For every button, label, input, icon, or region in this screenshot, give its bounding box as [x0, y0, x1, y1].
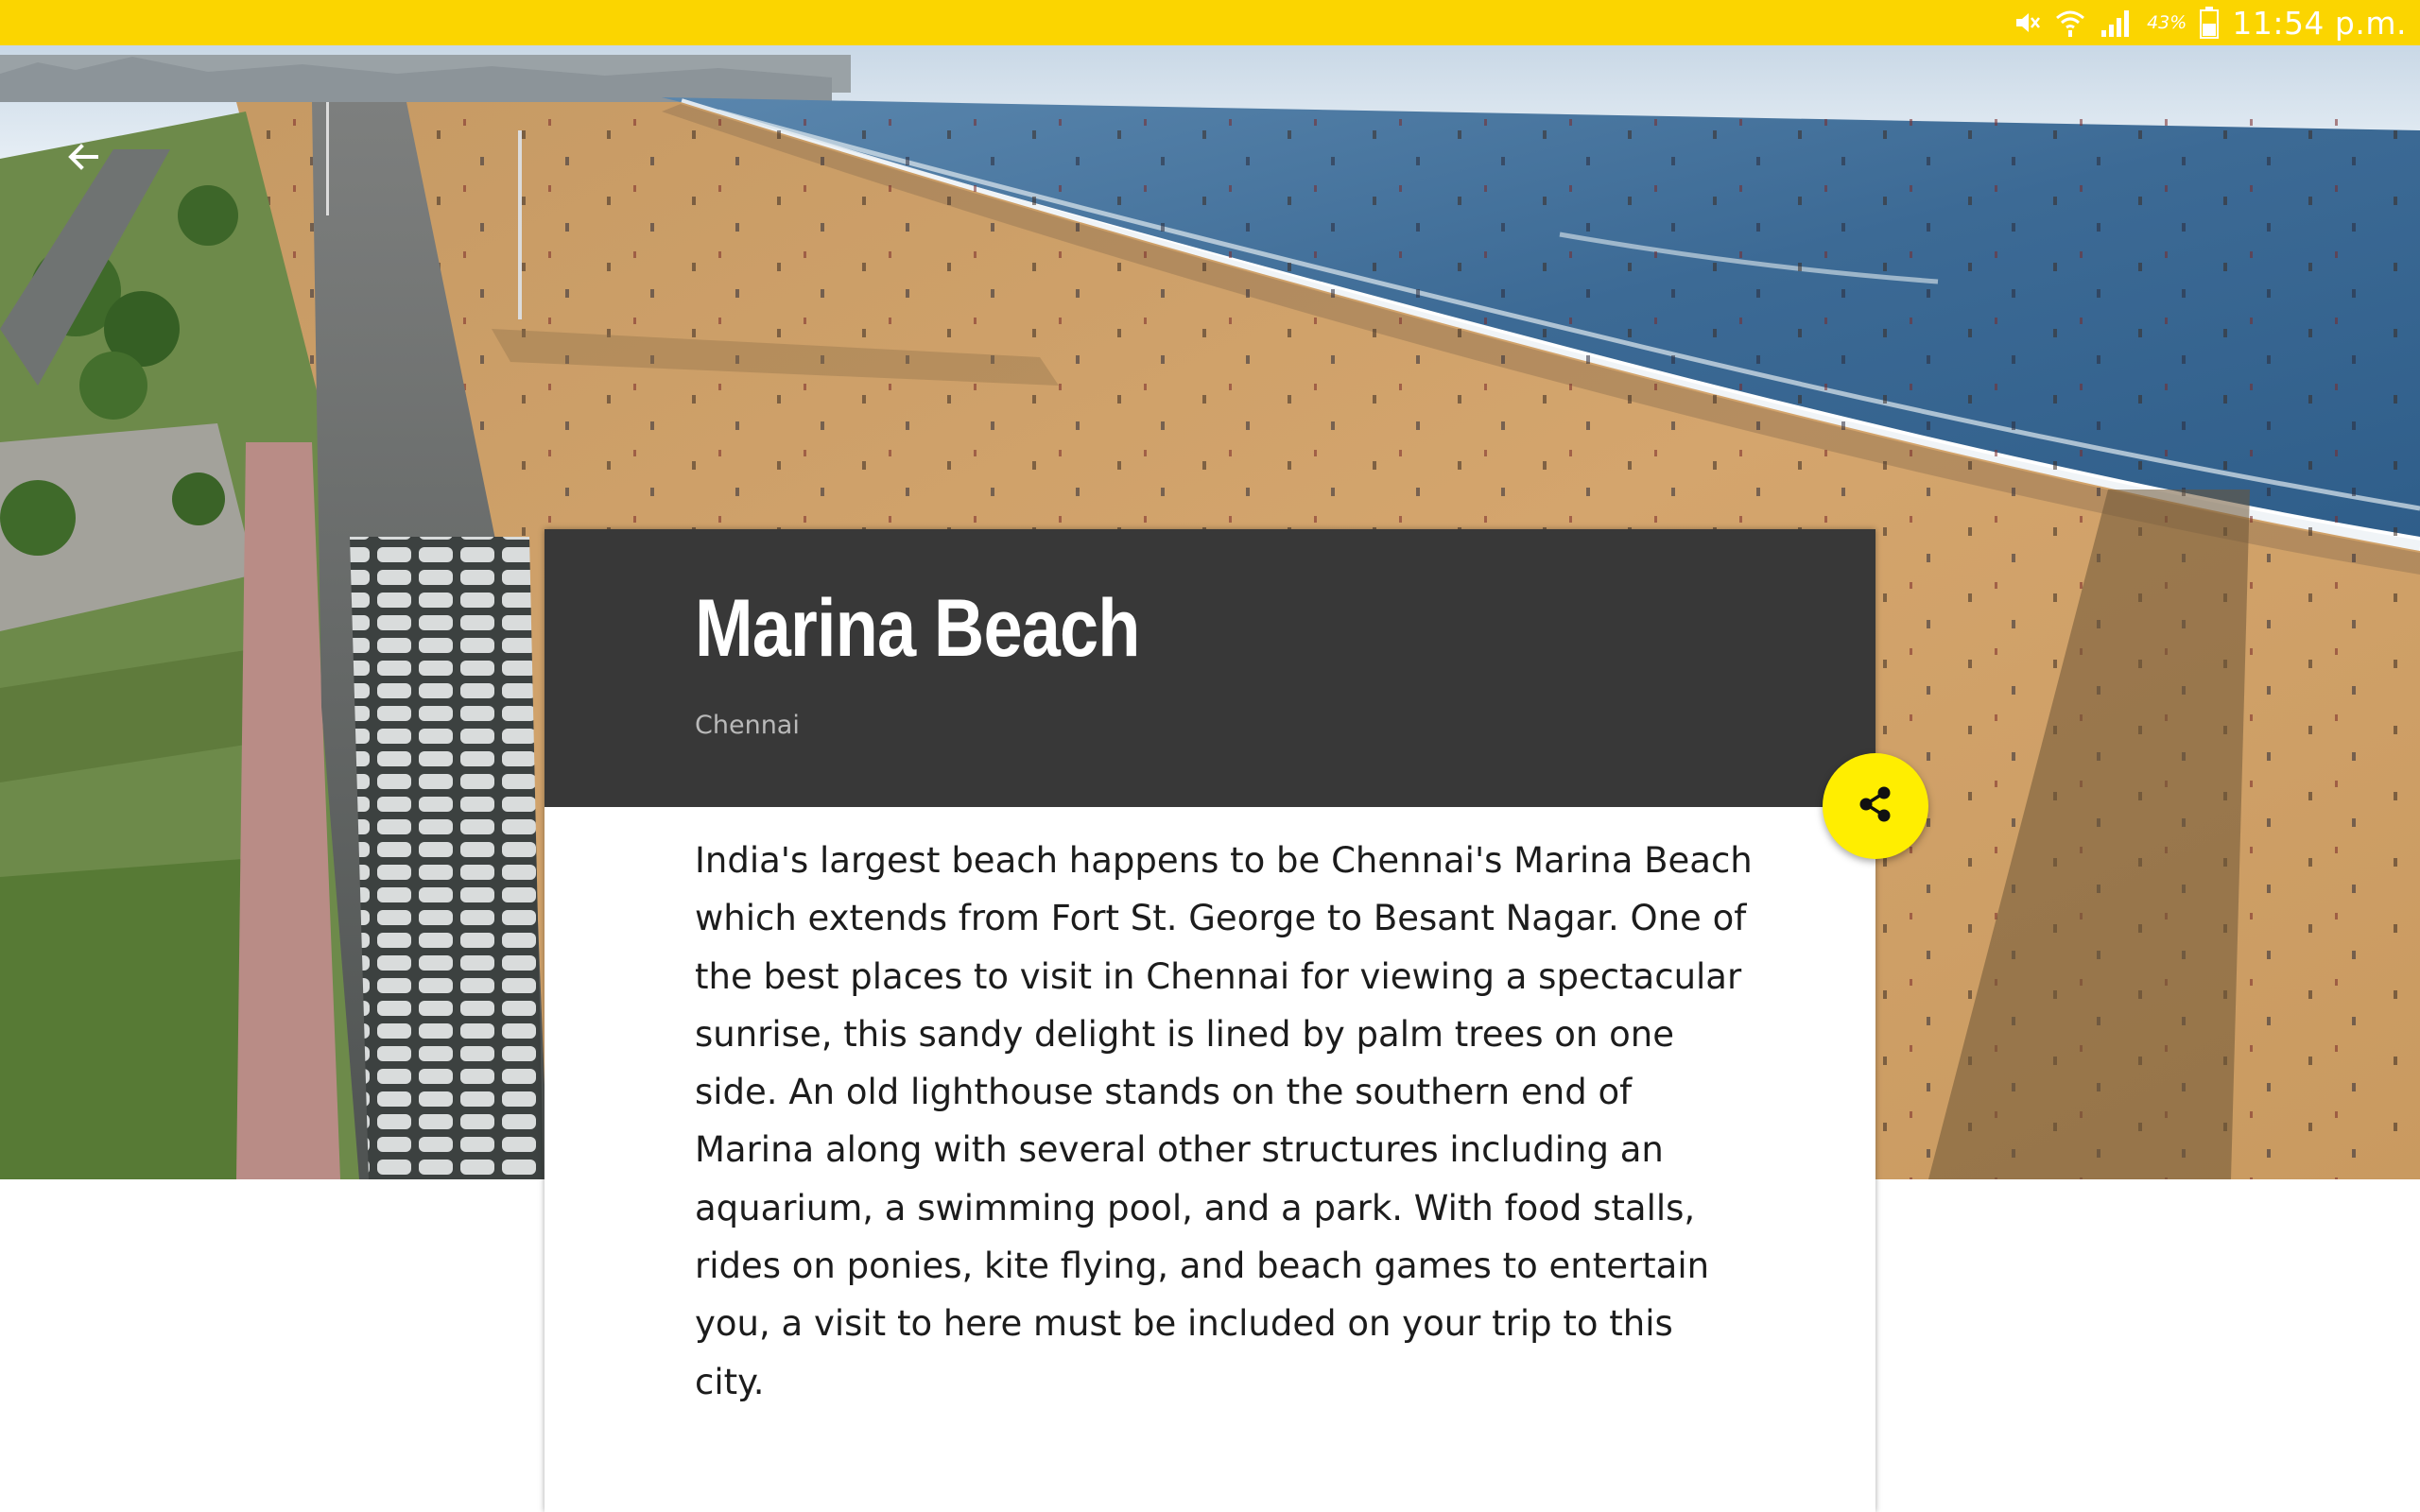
arrow-left-icon [64, 138, 102, 176]
card-header: Marina Beach Chennai [544, 529, 1876, 807]
status-bar: 43% 11:54 p.m. [0, 0, 2420, 45]
clock: 11:54 p.m. [2232, 4, 2407, 42]
place-title: Marina Beach [695, 583, 1140, 674]
battery-percent: 43% [2147, 12, 2187, 33]
status-icons: 43% 11:54 p.m. [2013, 0, 2407, 45]
share-icon [1855, 783, 1896, 830]
place-card: Marina Beach Chennai India's largest bea… [544, 529, 1876, 1512]
signal-icon [2100, 8, 2134, 38]
battery-icon [2200, 7, 2220, 39]
place-city: Chennai [695, 711, 800, 740]
back-button[interactable] [55, 129, 112, 185]
share-button[interactable] [1823, 753, 1928, 859]
screen: 43% 11:54 p.m. Marina Beach Chennai Indi… [0, 0, 2420, 1512]
mute-icon [2013, 9, 2041, 37]
place-description: India's largest beach happens to be Chen… [695, 840, 1753, 1402]
wifi-icon [2054, 8, 2086, 38]
